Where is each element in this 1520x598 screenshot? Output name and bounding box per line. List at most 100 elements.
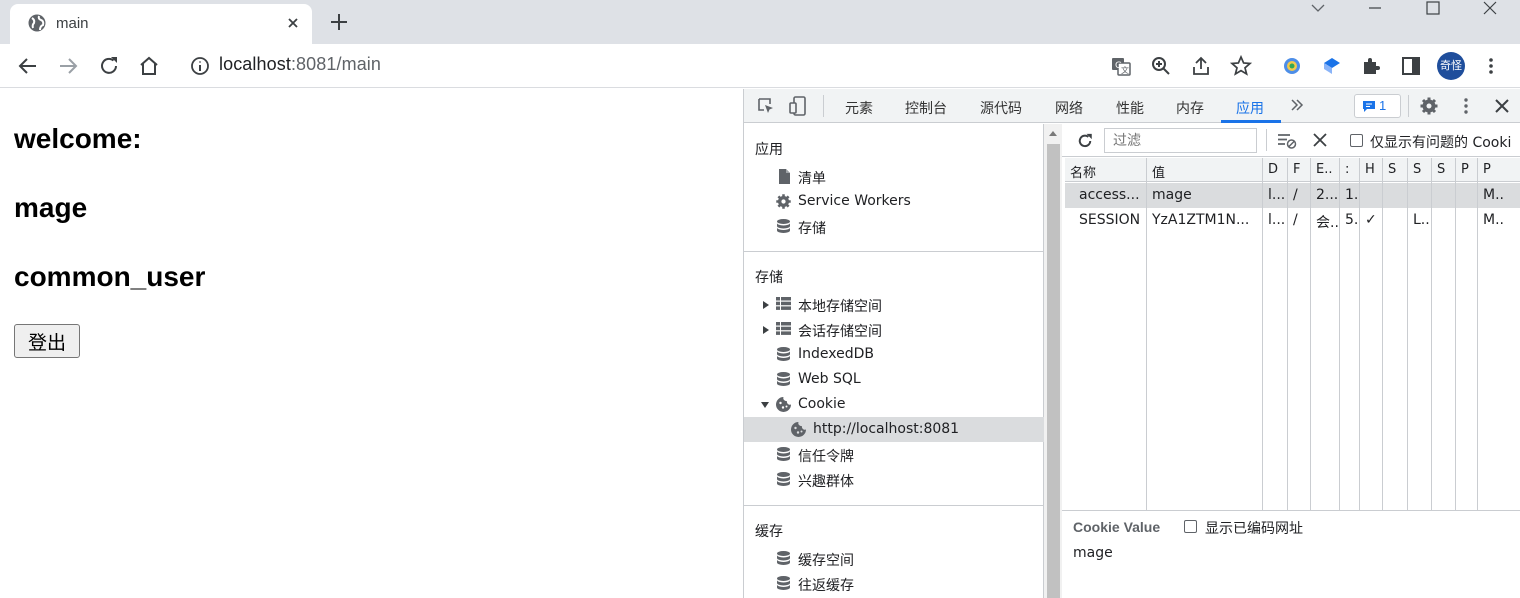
kebab-menu-icon[interactable] — [1456, 96, 1476, 116]
forward-arrow-icon[interactable] — [56, 54, 80, 78]
extension-cube-icon[interactable] — [1320, 54, 1344, 78]
column-divider — [1477, 182, 1478, 510]
maximize-icon[interactable] — [1418, 0, 1448, 20]
section-application: 应用 — [755, 142, 783, 158]
column-divider — [1359, 182, 1360, 510]
clear-all-icon[interactable] — [1313, 133, 1327, 147]
cell-path: / — [1288, 183, 1311, 208]
reload-icon[interactable] — [97, 54, 121, 78]
sidebar-item-trust-tokens[interactable]: 信任令牌 — [744, 442, 1044, 467]
column-header-value[interactable]: 值 — [1147, 158, 1263, 182]
sidebar-item-service-workers[interactable]: Service Workers — [744, 189, 1044, 214]
table-row[interactable]: access... mage l... / 2... 1. M.. — [1065, 183, 1520, 208]
column-header-path[interactable]: F — [1288, 158, 1311, 182]
gear-icon — [775, 193, 792, 210]
username-heading: mage — [14, 192, 88, 223]
device-toolbar-icon[interactable] — [788, 95, 808, 117]
new-tab-button[interactable] — [328, 11, 350, 33]
sidebar-separator — [744, 505, 1044, 506]
show-encoded-label: 显示已编码网址 — [1205, 521, 1303, 537]
sidebar-item-web-sql[interactable]: Web SQL — [744, 367, 1044, 392]
scroll-up-icon[interactable] — [1048, 130, 1058, 137]
avatar[interactable]: 奇怪 — [1437, 52, 1465, 80]
cell-domain: l... — [1263, 183, 1288, 208]
column-header-samesite[interactable]: S — [1408, 158, 1432, 182]
column-header-httponly[interactable]: H — [1360, 158, 1383, 182]
close-devtools-icon[interactable] — [1492, 96, 1512, 116]
clear-filtered-icon[interactable] — [1277, 132, 1297, 150]
column-header-partition[interactable]: P — [1456, 158, 1478, 182]
sidebar-item-back-forward-cache[interactable]: 往返缓存 — [744, 571, 1044, 596]
browser-toolbar: localhost:8081/main G文 奇怪 — [0, 44, 1520, 88]
sidebar-item-label: IndexedDB — [798, 346, 874, 362]
kebab-menu-icon[interactable] — [1479, 54, 1503, 78]
column-header-secure[interactable]: S — [1383, 158, 1408, 182]
cell-partition — [1456, 208, 1478, 233]
sidebar-item-session-storage[interactable]: 会话存储空间 — [744, 317, 1044, 342]
sidebar-item-cookie-origin[interactable]: http://localhost:8081 — [744, 417, 1044, 442]
translate-icon[interactable]: G文 — [1109, 54, 1133, 78]
issues-badge[interactable]: 1 — [1354, 94, 1401, 118]
sidebar-item-cache-storage[interactable]: 缓存空间 — [744, 546, 1044, 571]
close-window-icon[interactable] — [1475, 0, 1505, 20]
tab-title: main — [56, 15, 89, 32]
tab-console[interactable]: 控制台 — [905, 98, 947, 118]
sidebar-item-local-storage[interactable]: 本地存储空间 — [744, 292, 1044, 317]
tab-memory[interactable]: 内存 — [1176, 98, 1204, 118]
table-grid-icon — [775, 296, 792, 311]
close-icon[interactable] — [283, 13, 303, 33]
zoom-icon[interactable] — [1149, 54, 1173, 78]
tab-elements[interactable]: 元素 — [845, 98, 873, 118]
only-issues-checkbox[interactable] — [1350, 134, 1363, 147]
column-header-priority[interactable]: P — [1478, 158, 1520, 182]
expand-triangle-icon[interactable] — [762, 300, 770, 310]
sidebar-item-label: 存储 — [798, 221, 826, 237]
cell-size: 1. — [1340, 183, 1360, 208]
more-tabs-icon[interactable] — [1290, 98, 1304, 112]
address-bar[interactable]: localhost:8081/main — [219, 54, 381, 75]
refresh-icon[interactable] — [1076, 132, 1094, 150]
tab-network[interactable]: 网络 — [1055, 98, 1083, 118]
side-panel-icon[interactable] — [1399, 54, 1423, 78]
application-sidebar: 应用 清单 Service Workers 存储 存储 本地存储空间 会话存储空… — [744, 124, 1044, 598]
info-icon[interactable] — [188, 54, 212, 78]
table-row[interactable]: SESSION YzA1ZTM1N... l... / 会... 5. ✓ L.… — [1065, 208, 1520, 233]
cell-size: 5. — [1340, 208, 1360, 233]
cookie-value-text[interactable]: mage — [1073, 545, 1113, 561]
sidebar-item-manifest[interactable]: 清单 — [744, 164, 1044, 189]
column-header-size[interactable]: : — [1340, 158, 1360, 182]
extension-globe-icon[interactable] — [1280, 54, 1304, 78]
scrollbar-thumb[interactable] — [1047, 144, 1060, 598]
puzzle-icon[interactable] — [1359, 54, 1383, 78]
tab-application[interactable]: 应用 — [1236, 98, 1264, 118]
logout-button[interactable]: 登出 — [14, 324, 80, 358]
filter-input[interactable] — [1104, 128, 1257, 153]
globe-icon — [27, 13, 47, 33]
back-arrow-icon[interactable] — [16, 54, 40, 78]
gear-icon[interactable] — [1419, 96, 1439, 116]
cell-secure — [1383, 208, 1408, 233]
cookie-value-pane: Cookie Value 显示已编码网址 mage — [1062, 510, 1520, 598]
show-encoded-checkbox[interactable] — [1184, 520, 1197, 533]
column-header-sameparty[interactable]: S — [1432, 158, 1456, 182]
inspect-element-icon[interactable] — [756, 96, 776, 116]
column-header-expires[interactable]: E.. — [1311, 158, 1340, 182]
tab-sources[interactable]: 源代码 — [980, 98, 1022, 118]
minimize-icon[interactable] — [1360, 0, 1390, 20]
expand-triangle-icon[interactable] — [762, 325, 770, 335]
column-header-name[interactable]: 名称 — [1065, 158, 1147, 182]
collapse-triangle-icon[interactable] — [760, 401, 770, 409]
bookmark-star-icon[interactable] — [1229, 54, 1253, 78]
sidebar-item-cookies[interactable]: Cookie — [744, 392, 1044, 417]
column-header-domain[interactable]: D — [1263, 158, 1288, 182]
chevron-down-icon[interactable] — [1303, 0, 1333, 20]
toolbar-divider — [823, 95, 824, 117]
tab-performance[interactable]: 性能 — [1116, 98, 1144, 118]
sidebar-item-indexeddb[interactable]: IndexedDB — [744, 342, 1044, 367]
sidebar-item-storage[interactable]: 存储 — [744, 214, 1044, 239]
sidebar-item-interest-groups[interactable]: 兴趣群体 — [744, 467, 1044, 492]
browser-tab-main[interactable]: main — [10, 4, 312, 44]
share-icon[interactable] — [1189, 54, 1213, 78]
home-icon[interactable] — [137, 54, 161, 78]
cell-path: / — [1288, 208, 1311, 233]
